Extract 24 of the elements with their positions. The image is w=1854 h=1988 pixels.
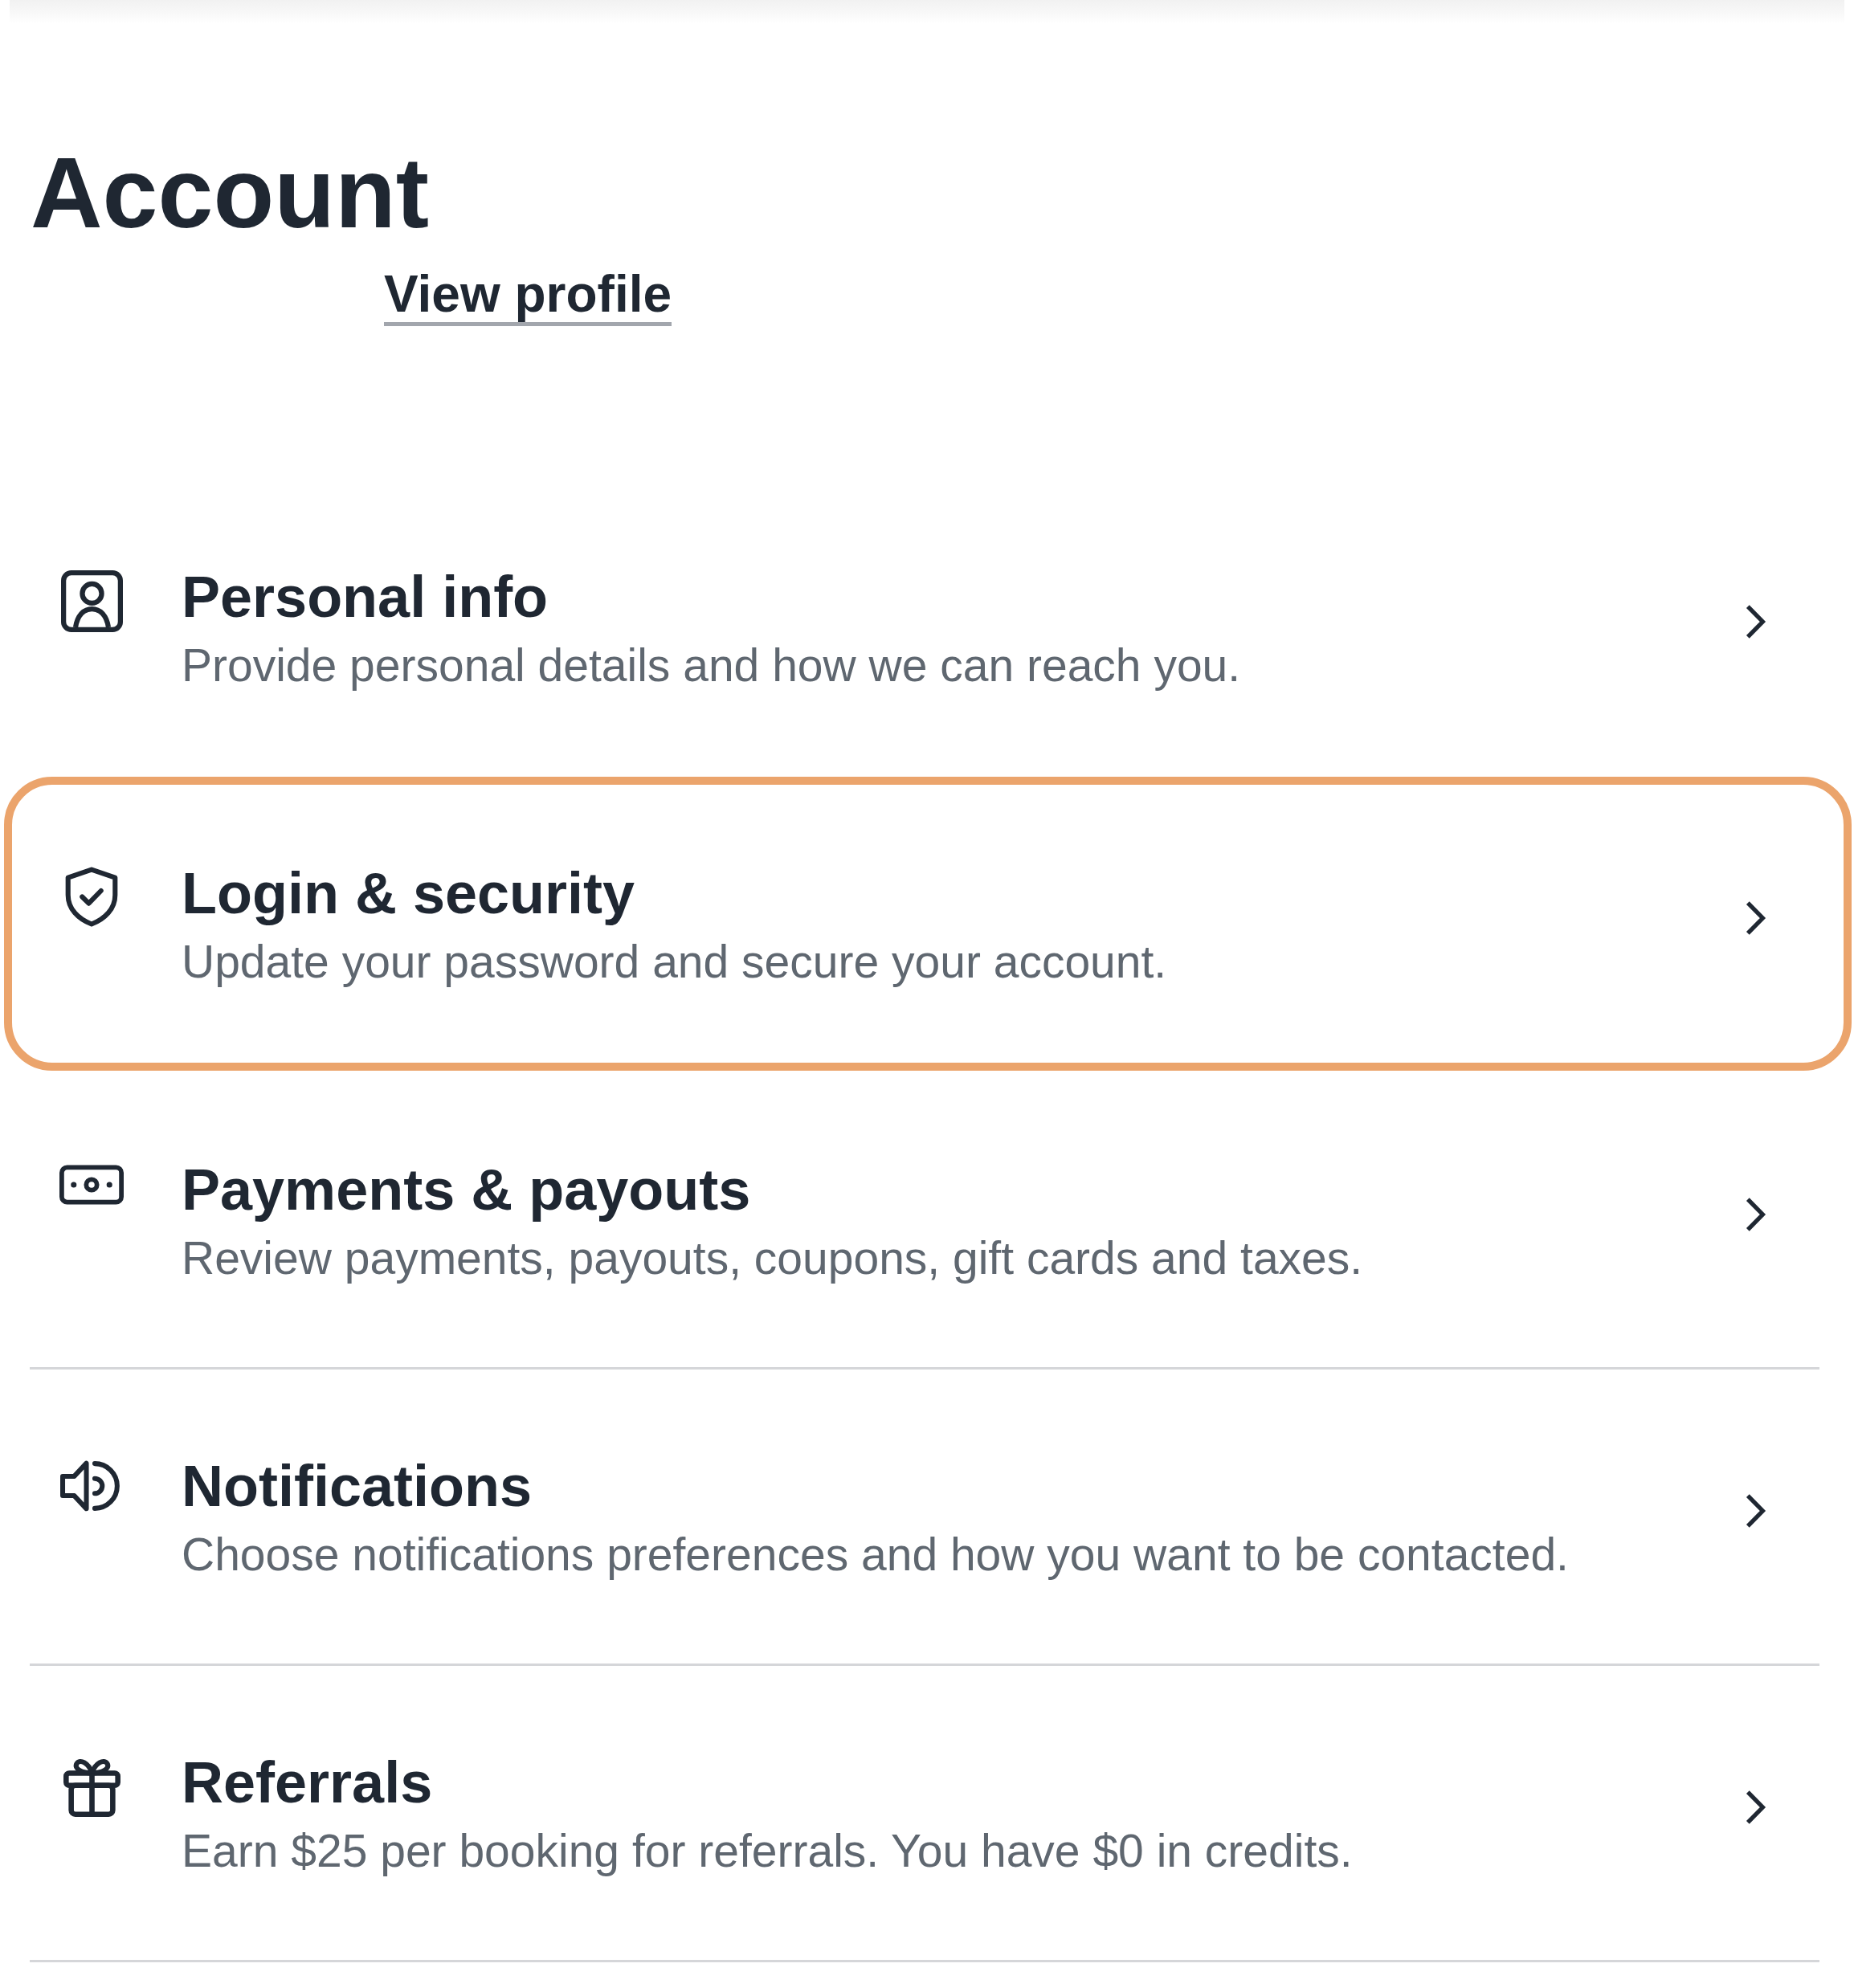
setting-description: Review payments, payouts, coupons, gift cards and taxes. <box>182 1231 1363 1284</box>
setting-description: Choose notifications preferences and how you want to be contacted. <box>182 1528 1569 1580</box>
page-title: Account <box>31 143 429 243</box>
settings-row[interactable]: Payments & payouts Review payments, payouts, coupons, gift cards and taxes. <box>4 1073 1852 1367</box>
settings-row[interactable]: Notifications Choose notifications preferences and how you want to be contacted. <box>4 1370 1852 1663</box>
settings-row[interactable]: Referrals Earn $25 per booking for referrals. You have $0 in credits. <box>4 1666 1852 1960</box>
chevron-right-icon <box>1745 1492 1767 1529</box>
settings-row[interactable]: Login & security Update your password and secure your account. <box>4 777 1852 1071</box>
setting-title: Login & security <box>182 860 635 925</box>
shield-check-icon <box>65 866 118 927</box>
setting-description: Provide personal details and how we can reach you. <box>182 639 1241 691</box>
person-icon <box>60 569 123 632</box>
setting-title: Payments & payouts <box>182 1157 751 1222</box>
settings-row[interactable]: Personal info Provide personal details and how we can reach you. <box>4 480 1852 774</box>
chevron-right-icon <box>1745 900 1767 937</box>
setting-description: Earn $25 per booking for referrals. You have $0 in credits. <box>182 1824 1353 1876</box>
chevron-right-icon <box>1745 603 1767 640</box>
setting-title: Referrals <box>182 1749 433 1815</box>
view-profile-link[interactable]: View profile <box>384 268 672 326</box>
chevron-right-icon <box>1745 1789 1767 1826</box>
setting-title: Notifications <box>182 1453 532 1518</box>
setting-description: Update your password and secure your account. <box>182 935 1167 987</box>
chevron-right-icon <box>1745 1196 1767 1233</box>
setting-title: Personal info <box>182 564 549 629</box>
